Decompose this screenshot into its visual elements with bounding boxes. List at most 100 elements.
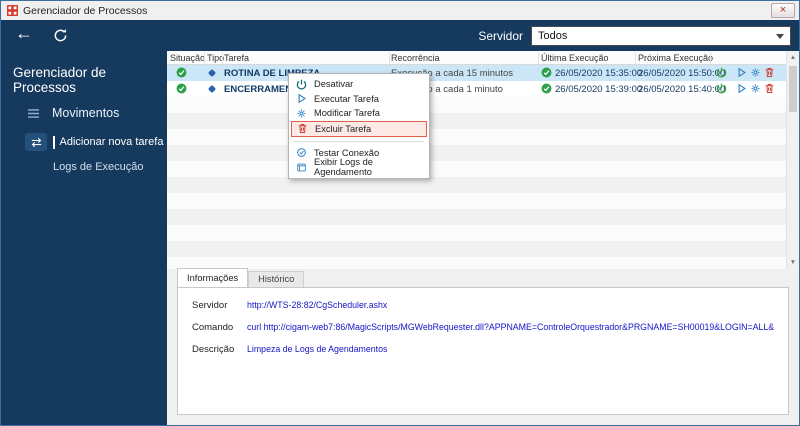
chevron-down-icon — [776, 34, 784, 39]
back-button[interactable]: ← — [15, 23, 33, 44]
column-separator — [222, 52, 223, 64]
task-type-icon — [207, 68, 217, 78]
last-execution: 26/05/2020 15:39:00 — [555, 84, 642, 95]
gear-icon — [295, 108, 308, 119]
field-value: curl http://cigam-web7:86/MagicScripts/M… — [247, 322, 774, 332]
sidebar-item-label: Adicionar nova tarefa — [60, 136, 164, 148]
trash-icon — [296, 123, 309, 134]
menu-hamburger-icon — [27, 108, 40, 119]
close-button[interactable]: × — [771, 3, 795, 18]
main-content: Situação Tipo Tarefa Recorrência Última … — [167, 51, 799, 425]
run-task-button[interactable] — [736, 83, 747, 94]
title-bar: Gerenciador de Processos × — [1, 1, 799, 20]
column-separator — [538, 52, 539, 64]
field-label: Comando — [192, 322, 247, 333]
details-tabs: Informações Histórico — [177, 269, 304, 287]
edit-task-button[interactable] — [750, 83, 761, 94]
column-header-tarefa: Tarefa — [224, 53, 249, 63]
last-execution: 26/05/2020 15:35:00 — [555, 68, 642, 79]
play-icon — [736, 83, 747, 94]
details-panel: Servidor http://WTS-28:82/CgScheduler.as… — [177, 287, 789, 415]
selection-caret — [53, 136, 55, 149]
table-row[interactable]: ROTINA DE LIMPEZA Execução a cada 15 min… — [167, 65, 786, 81]
gear-icon — [750, 67, 761, 78]
close-icon: × — [780, 5, 786, 16]
last-run-ok-icon — [541, 83, 552, 94]
menu-item-modificar-tarefa[interactable]: Modificar Tarefa — [291, 106, 427, 121]
tab-historico[interactable]: Histórico — [248, 271, 304, 287]
scroll-up-arrow[interactable]: ▲ — [787, 54, 799, 61]
power-icon — [716, 83, 727, 94]
edit-task-button[interactable] — [750, 67, 761, 78]
field-value: Limpeza de Logs de Agendamentos — [247, 344, 387, 354]
trash-icon — [764, 67, 775, 78]
field-label: Descrição — [192, 344, 247, 355]
tab-informacoes[interactable]: Informações — [177, 268, 248, 287]
scrollbar-thumb[interactable] — [789, 66, 797, 112]
run-task-button[interactable] — [736, 67, 747, 78]
menu-item-executar-tarefa[interactable]: Executar Tarefa — [291, 92, 427, 107]
column-separator — [710, 52, 711, 64]
last-run-ok-icon — [541, 67, 552, 78]
toggle-active-button[interactable] — [716, 83, 727, 94]
status-ok-icon — [176, 83, 187, 94]
column-separator — [635, 52, 636, 64]
app-window: Gerenciador de Processos × ← Servidor To… — [0, 0, 800, 426]
app-logo-icon — [7, 5, 18, 16]
menu-item-label: Excluir Tarefa — [315, 124, 371, 134]
column-header-proxima-execucao: Próxima Execução — [638, 53, 713, 63]
delete-task-button[interactable] — [764, 83, 775, 94]
column-header-recorrencia: Recorrência — [391, 53, 440, 63]
sidebar-item-movimentos[interactable]: Movimentos — [27, 106, 119, 120]
column-header-situacao: Situação — [170, 53, 205, 63]
detail-field-comando: Comando curl http://cigam-web7:86/MagicS… — [192, 322, 774, 333]
play-icon — [736, 67, 747, 78]
sidebar: Gerenciador de Processos Movimentos Adic… — [1, 51, 167, 425]
status-ok-icon — [176, 67, 187, 78]
field-value: http://WTS-28:82/CgScheduler.ashx — [247, 300, 387, 310]
column-header-ultima-execucao: Última Execução — [541, 53, 609, 63]
sidebar-item-label: Logs de Execução — [53, 161, 144, 173]
test-connection-icon — [295, 147, 308, 158]
play-icon — [295, 93, 308, 104]
swap-arrows-icon — [25, 133, 47, 151]
column-separator — [204, 52, 205, 64]
menu-item-label: Testar Conexão — [314, 148, 379, 158]
top-bar: ← Servidor Todos — [1, 20, 799, 51]
vertical-scrollbar[interactable]: ▲ ▼ — [786, 51, 799, 269]
refresh-icon — [53, 28, 68, 43]
table-header-row: Situação Tipo Tarefa Recorrência Última … — [167, 51, 786, 65]
server-label: Servidor — [478, 29, 523, 43]
server-dropdown-value: Todos — [538, 30, 567, 42]
scroll-down-arrow[interactable]: ▼ — [787, 259, 799, 266]
server-dropdown[interactable]: Todos — [531, 26, 791, 46]
menu-item-exibir-logs[interactable]: Exibir Logs de Agendamento — [291, 160, 427, 175]
next-execution: 26/05/2020 15:40:00 — [638, 84, 725, 95]
field-label: Servidor — [192, 300, 247, 311]
menu-item-label: Desativar — [314, 79, 353, 89]
table-row[interactable]: ENCERRAMENTO AUT Execução a cada 1 minut… — [167, 81, 786, 97]
next-execution: 26/05/2020 15:50:00 — [638, 68, 725, 79]
menu-item-label: Exibir Logs de Agendamento — [314, 157, 423, 177]
sidebar-item-label: Movimentos — [52, 106, 119, 120]
detail-field-descricao: Descrição Limpeza de Logs de Agendamento… — [192, 344, 774, 355]
empty-rows-area — [167, 97, 786, 269]
column-separator — [389, 52, 390, 64]
toggle-active-button[interactable] — [716, 67, 727, 78]
menu-separator — [294, 141, 424, 142]
task-table: Situação Tipo Tarefa Recorrência Última … — [167, 51, 799, 269]
sidebar-item-adicionar-nova-tarefa[interactable]: Adicionar nova tarefa — [25, 133, 163, 151]
trash-icon — [764, 83, 775, 94]
detail-field-servidor: Servidor http://WTS-28:82/CgScheduler.as… — [192, 300, 774, 311]
menu-item-label: Modificar Tarefa — [314, 108, 380, 118]
menu-item-desativar[interactable]: Desativar — [291, 77, 427, 92]
gear-icon — [750, 83, 761, 94]
power-icon — [295, 79, 308, 90]
task-context-menu: Desativar Executar Tarefa Modificar Tare… — [288, 73, 430, 179]
logs-icon — [295, 162, 308, 173]
sidebar-item-logs-de-execucao[interactable]: Logs de Execução — [53, 161, 144, 173]
delete-task-button[interactable] — [764, 67, 775, 78]
refresh-button[interactable] — [53, 28, 68, 43]
menu-item-excluir-tarefa[interactable]: Excluir Tarefa — [291, 121, 427, 137]
window-title: Gerenciador de Processos — [23, 5, 147, 17]
